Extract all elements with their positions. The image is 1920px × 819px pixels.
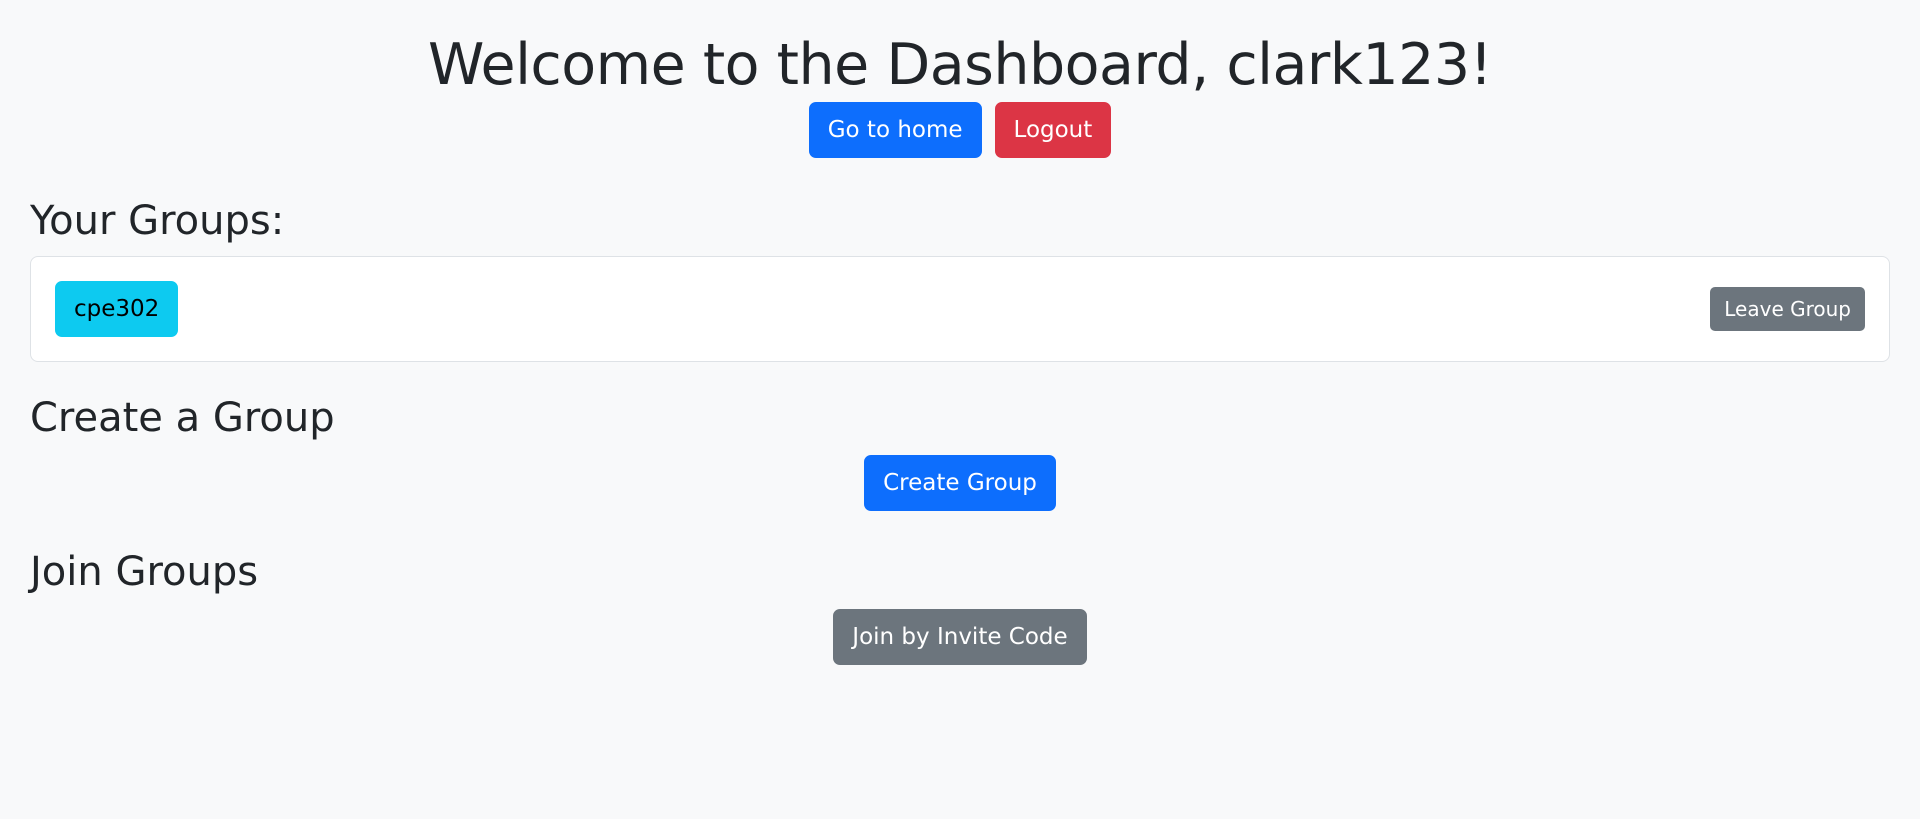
create-group-button[interactable]: Create Group [864,455,1056,512]
join-group-row: Join by Invite Code [30,609,1890,666]
leave-group-button[interactable]: Leave Group [1710,287,1865,332]
logout-button[interactable]: Logout [994,102,1112,159]
join-groups-heading: Join Groups [30,549,259,596]
dashboard-page: Welcome to the Dashboard, clark123! Go t… [0,0,1920,819]
create-group-row: Create Group [30,455,1890,512]
group-link-button[interactable]: cpe302 [55,281,179,338]
join-by-invite-button[interactable]: Join by Invite Code [833,609,1087,666]
create-group-heading: Create a Group [30,395,335,442]
go-home-button[interactable]: Go to home [808,102,982,159]
group-list-item: cpe302 Leave Group [30,256,1890,363]
page-title: Welcome to the Dashboard, clark123! [427,32,1493,98]
top-actions: Go to home Logout [30,102,1890,159]
your-groups-heading: Your Groups: [30,198,285,245]
